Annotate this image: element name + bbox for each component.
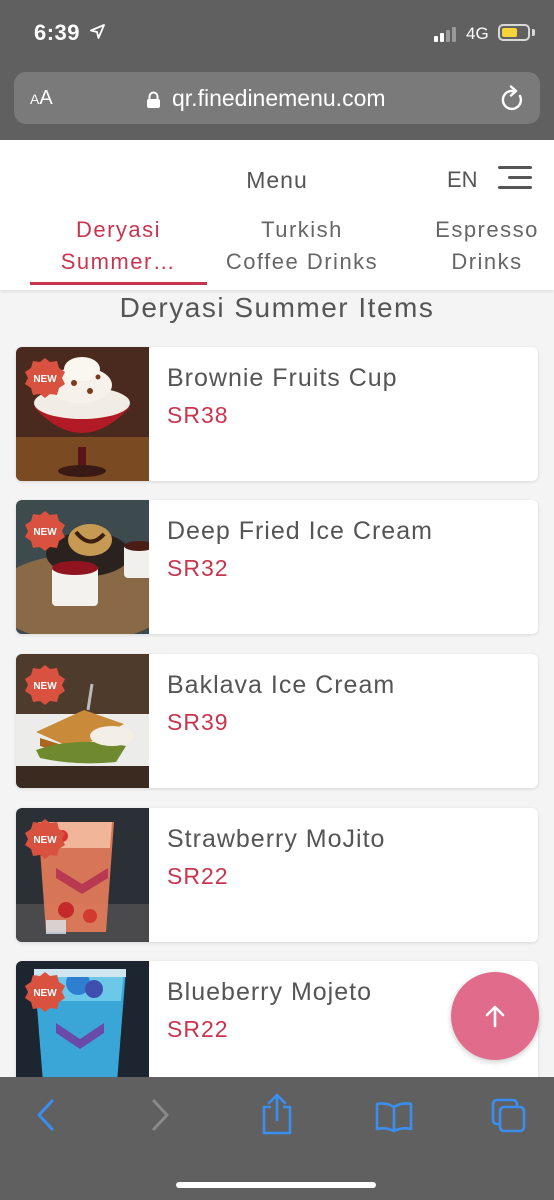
scroll-to-top-button[interactable] — [451, 972, 539, 1060]
item-price: SR32 — [167, 555, 229, 581]
svg-text:NEW: NEW — [33, 988, 57, 999]
tab-espresso-drinks[interactable]: Espresso Drinks — [420, 214, 554, 278]
item-name: Blueberry Mojeto — [167, 978, 372, 1006]
chevron-left-icon[interactable] — [34, 1097, 56, 1133]
network-type: 4G — [466, 24, 489, 43]
new-badge: NEW — [25, 665, 65, 705]
active-tab-indicator — [30, 282, 207, 285]
svg-text:NEW: NEW — [33, 527, 57, 538]
tab-deryasi-summer[interactable]: Deryasi Summer… — [30, 214, 207, 278]
new-badge: NEW — [25, 972, 65, 1012]
item-name: Strawberry MoJito — [167, 825, 386, 853]
language-selector[interactable]: EN — [447, 167, 478, 193]
item-price: SR22 — [167, 1016, 229, 1042]
battery-tip — [532, 29, 535, 36]
new-badge: NEW — [25, 358, 65, 398]
tab-turkish-coffee-drinks[interactable]: Turkish Coffee Drinks — [212, 214, 392, 278]
new-badge: NEW — [25, 819, 65, 859]
home-indicator[interactable] — [176, 1182, 376, 1188]
section-title: Deryasi Summer Items — [119, 292, 435, 323]
svg-text:NEW: NEW — [33, 835, 57, 846]
browser-chrome: AA qr.finedinemenu.com — [0, 68, 554, 140]
hamburger-icon[interactable] — [498, 166, 532, 190]
status-time: 6:39 — [34, 20, 81, 45]
item-name: Brownie Fruits Cup — [167, 364, 398, 392]
cellular-signal-icon — [434, 27, 456, 42]
location-arrow-icon — [90, 24, 105, 39]
page-header: Menu EN Deryasi Summer… Turkish Coffee Dri… — [0, 140, 554, 290]
svg-text:NEW: NEW — [33, 681, 57, 692]
status-bar: 6:39 4G — [0, 0, 554, 68]
battery-icon — [498, 24, 530, 41]
item-price: SR39 — [167, 709, 229, 735]
tabs-icon[interactable] — [490, 1097, 528, 1135]
address-bar[interactable]: AA qr.finedinemenu.com — [14, 72, 540, 124]
menu-item-card[interactable]: NEW Deep Fried Ice Cream SR32 — [16, 500, 538, 634]
new-badge: NEW — [25, 511, 65, 551]
text-size-button[interactable]: AA — [30, 87, 53, 110]
lock-icon — [147, 91, 160, 108]
menu-item-card[interactable]: NEW Brownie Fruits Cup SR38 — [16, 347, 538, 481]
item-price: SR22 — [167, 863, 229, 889]
menu-item-card[interactable]: NEW Strawberry MoJito SR22 — [16, 808, 538, 942]
url-text[interactable]: qr.finedinemenu.com — [172, 85, 386, 112]
arrow-up-icon — [485, 1005, 505, 1028]
share-icon[interactable] — [260, 1093, 294, 1135]
chevron-right-icon[interactable] — [150, 1097, 172, 1133]
item-name: Deep Fried Ice Cream — [167, 517, 433, 545]
item-name: Baklava Ice Cream — [167, 671, 396, 699]
book-icon[interactable] — [374, 1101, 414, 1133]
menu-item-card[interactable]: NEW Baklava Ice Cream SR39 — [16, 654, 538, 788]
svg-text:NEW: NEW — [33, 374, 57, 385]
item-price: SR38 — [167, 402, 229, 428]
reload-icon[interactable] — [500, 85, 526, 113]
